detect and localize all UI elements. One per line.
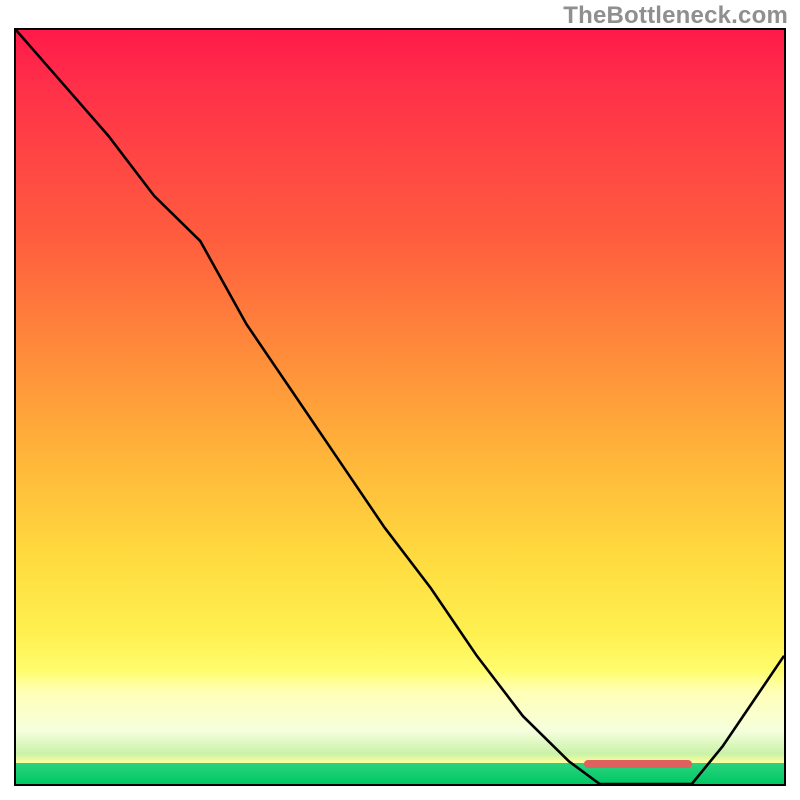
bottleneck-curve [16, 30, 784, 784]
target-range-bar [584, 760, 692, 768]
plot-area [14, 28, 786, 786]
watermark-text: TheBottleneck.com [563, 2, 788, 30]
chart-canvas: TheBottleneck.com [0, 0, 800, 800]
curve-layer [16, 30, 784, 784]
